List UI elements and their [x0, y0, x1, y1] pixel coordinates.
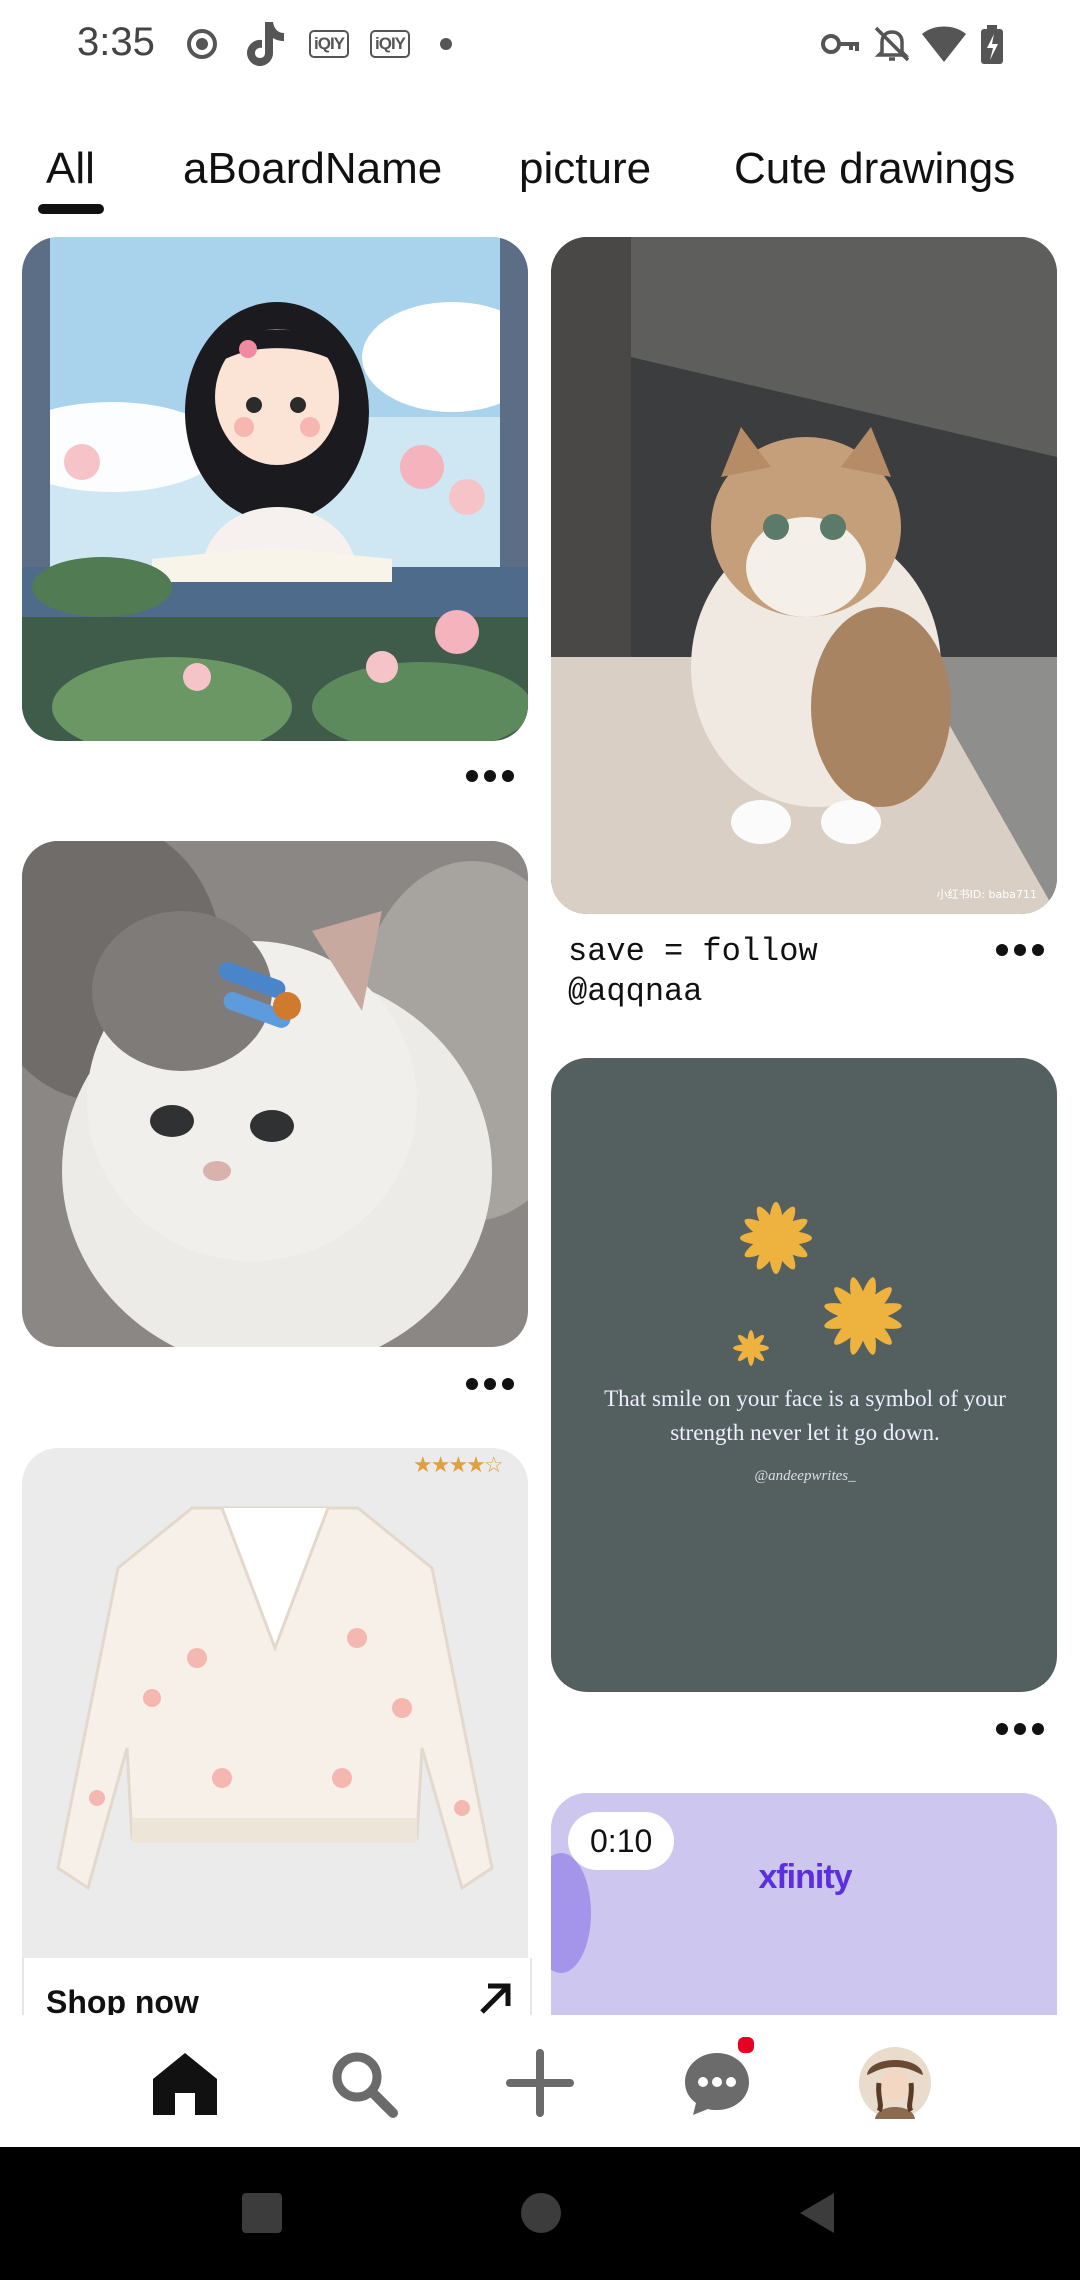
create-plus-icon[interactable] [504, 2047, 576, 2119]
record-icon [187, 29, 217, 59]
back-button[interactable] [796, 2191, 840, 2235]
status-time: 3:35 [77, 20, 155, 64]
search-icon[interactable] [327, 2047, 399, 2119]
pin-caption: save = follow @aqqnaa [568, 933, 818, 1010]
tab-all[interactable]: All [46, 144, 95, 194]
tiktok-icon [247, 22, 284, 66]
pin-more-options[interactable] [460, 1368, 520, 1398]
tab-cute-drawings[interactable]: Cute drawings [734, 144, 1015, 194]
status-bar: 3:35 iQIY iQIY [0, 0, 1080, 90]
messages-icon[interactable] [681, 2047, 753, 2119]
profile-avatar[interactable] [857, 2045, 933, 2121]
notification-dot [736, 2035, 756, 2055]
pin-more-options[interactable] [990, 934, 1050, 964]
star-rating: ★★★★☆ [413, 1452, 504, 1477]
cat-photo [551, 237, 1057, 914]
tab-selected-indicator [38, 204, 104, 214]
iqiyi-icon: iQIY [370, 30, 411, 58]
kitten-photo [22, 841, 528, 1347]
flower-icon [733, 1202, 902, 1366]
pin-kitten-photo[interactable] [22, 841, 528, 1347]
dot-icon [440, 38, 452, 50]
pin-cardigan-ad[interactable] [22, 1448, 528, 2015]
iqiyi-icon: iQIY [309, 30, 350, 58]
tab-picture[interactable]: picture [519, 144, 651, 194]
quote-text: That smile on your face is a symbol of y… [604, 1386, 1006, 1445]
board-tabs: All aBoardName picture Cute drawings [0, 130, 1080, 220]
pin-girl-illustration[interactable] [22, 237, 528, 741]
pin-feed[interactable]: 小红书ID: baba711 save = follow @aqqnaa Tha… [0, 220, 1080, 2015]
recents-button[interactable] [240, 2191, 284, 2235]
vpn-key-icon [821, 34, 859, 54]
cardigan-photo [56, 1506, 494, 1891]
pin-more-options[interactable] [990, 1713, 1050, 1743]
home-icon[interactable] [149, 2047, 221, 2119]
pin-cat-photo[interactable]: 小红书ID: baba711 [551, 237, 1057, 914]
bottom-nav [0, 2015, 1080, 2147]
home-button[interactable] [519, 2191, 563, 2235]
illustration-girl-reading [22, 237, 528, 741]
tab-aboardname[interactable]: aBoardName [183, 144, 442, 194]
battery-charging-icon [981, 25, 1003, 64]
shop-now-bar[interactable]: Shop now [22, 1958, 532, 2015]
shop-now-label: Shop now [46, 1984, 199, 2015]
watermark-text: 小红书ID: baba711 [936, 888, 1037, 901]
system-navigation-bar [0, 2147, 1080, 2280]
arrow-up-right-icon [480, 1983, 511, 2014]
wifi-icon [922, 26, 966, 62]
video-duration-badge: 0:10 [568, 1812, 675, 1870]
pin-more-options[interactable] [460, 760, 520, 790]
pin-quote-card[interactable] [551, 1058, 1057, 1692]
xfinity-logo: xfinity [758, 1858, 852, 1896]
quote-handle: @andeepwrites_ [754, 1468, 856, 1484]
bell-off-icon [874, 26, 910, 62]
